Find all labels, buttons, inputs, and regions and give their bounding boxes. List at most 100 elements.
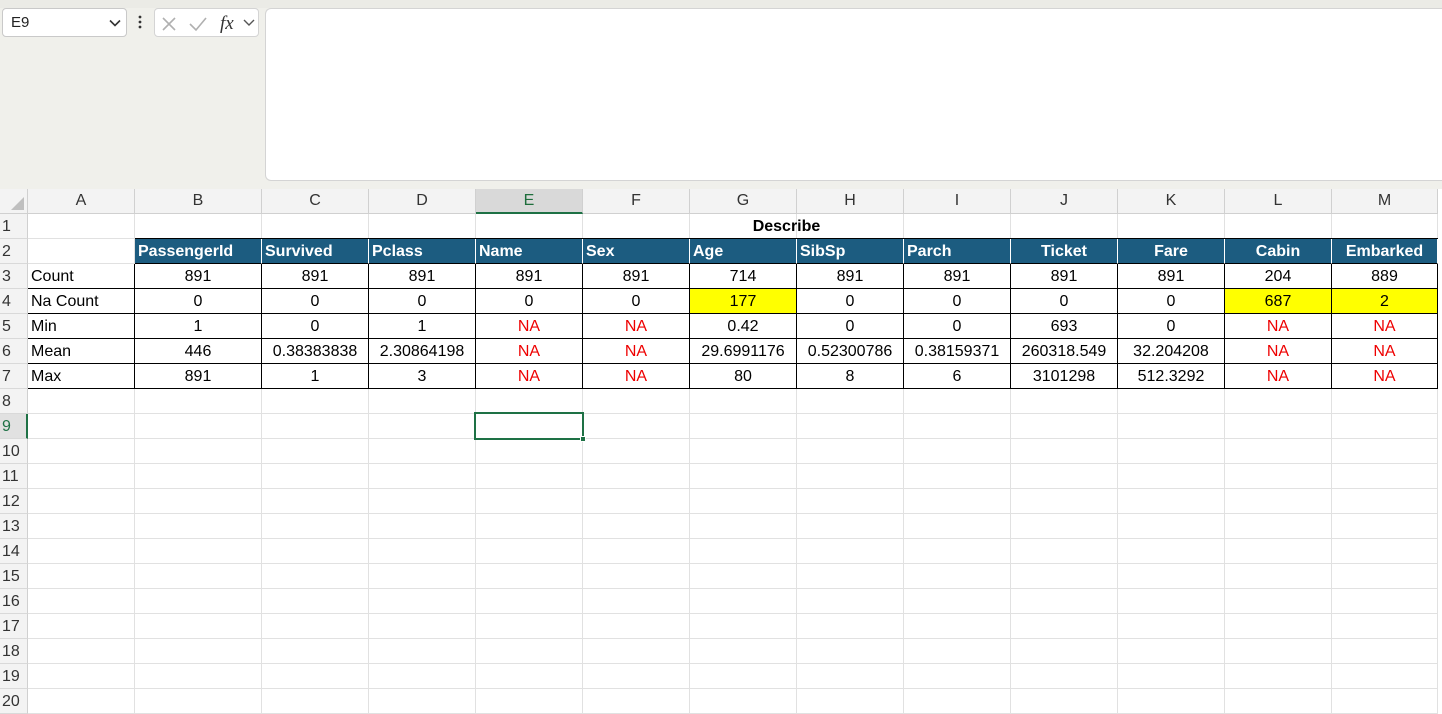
empty-cell[interactable] [135, 414, 262, 439]
empty-cell[interactable] [262, 614, 369, 639]
empty-cell[interactable] [797, 464, 904, 489]
stat-value-cell[interactable]: NA [583, 364, 690, 389]
empty-cell[interactable] [797, 614, 904, 639]
column-header-m[interactable]: M [1332, 189, 1438, 214]
column-header-i[interactable]: I [904, 189, 1011, 214]
row-header-14[interactable]: 14 [0, 539, 28, 564]
empty-cell[interactable] [1118, 439, 1225, 464]
empty-cell[interactable] [904, 689, 1011, 714]
empty-cell[interactable] [476, 514, 583, 539]
stat-value-cell[interactable]: 512.3292 [1118, 364, 1225, 389]
column-header-k[interactable]: K [1118, 189, 1225, 214]
row-header-18[interactable]: 18 [0, 639, 28, 664]
empty-cell[interactable] [1225, 439, 1332, 464]
empty-cell[interactable] [1225, 589, 1332, 614]
stat-value-cell[interactable]: 0 [1011, 289, 1118, 314]
row-header-7[interactable]: 7 [0, 364, 28, 389]
empty-cell[interactable] [583, 389, 690, 414]
stat-value-cell[interactable]: NA [476, 364, 583, 389]
stat-label-cell[interactable]: Max [28, 364, 135, 389]
empty-cell[interactable] [690, 539, 797, 564]
column-header-a[interactable]: A [28, 189, 135, 214]
header-cell-age[interactable]: Age [690, 239, 797, 264]
stat-value-cell[interactable]: 891 [135, 364, 262, 389]
empty-cell[interactable] [135, 589, 262, 614]
empty-cell[interactable] [476, 564, 583, 589]
empty-cell[interactable] [28, 414, 135, 439]
empty-cell[interactable] [476, 439, 583, 464]
empty-cell[interactable] [135, 464, 262, 489]
empty-cell[interactable] [1011, 514, 1118, 539]
empty-cell[interactable] [904, 539, 1011, 564]
empty-cell[interactable] [369, 589, 476, 614]
empty-cell[interactable] [369, 439, 476, 464]
formula-input[interactable] [265, 8, 1442, 181]
row-header-8[interactable]: 8 [0, 389, 28, 414]
stat-value-cell[interactable]: 891 [262, 264, 369, 289]
empty-cell[interactable] [369, 464, 476, 489]
empty-cell[interactable] [797, 639, 904, 664]
stat-value-cell[interactable]: 891 [583, 264, 690, 289]
empty-cell[interactable] [1225, 414, 1332, 439]
stat-value-cell[interactable]: 889 [1332, 264, 1438, 289]
row-header-2[interactable]: 2 [0, 239, 28, 264]
stat-value-cell[interactable]: 8 [797, 364, 904, 389]
row-header-19[interactable]: 19 [0, 664, 28, 689]
stat-value-cell[interactable]: 1 [262, 364, 369, 389]
cancel-icon[interactable] [160, 15, 178, 33]
empty-cell[interactable] [1118, 589, 1225, 614]
header-cell-fare[interactable]: Fare [1118, 239, 1225, 264]
empty-cell[interactable] [135, 489, 262, 514]
empty-cell[interactable] [904, 639, 1011, 664]
empty-cell[interactable] [476, 539, 583, 564]
stat-label-cell[interactable]: Na Count [28, 289, 135, 314]
empty-cell[interactable] [690, 414, 797, 439]
empty-cell[interactable] [476, 639, 583, 664]
empty-cell[interactable] [1332, 514, 1438, 539]
stat-value-cell[interactable]: 1 [369, 314, 476, 339]
more-options-icon[interactable] [137, 13, 143, 31]
empty-cell[interactable] [369, 639, 476, 664]
empty-cell[interactable] [797, 664, 904, 689]
stat-value-cell[interactable]: NA [1332, 364, 1438, 389]
stat-value-cell[interactable]: 687 [1225, 289, 1332, 314]
stat-value-cell[interactable]: 2 [1332, 289, 1438, 314]
row-header-4[interactable]: 4 [0, 289, 28, 314]
empty-cell[interactable] [1332, 589, 1438, 614]
empty-cell[interactable] [904, 389, 1011, 414]
empty-cell[interactable] [690, 639, 797, 664]
empty-cell[interactable] [690, 664, 797, 689]
empty-cell[interactable] [797, 589, 904, 614]
header-cell-cabin[interactable]: Cabin [1225, 239, 1332, 264]
expand-chevron-icon[interactable] [243, 18, 255, 28]
header-cell-parch[interactable]: Parch [904, 239, 1011, 264]
empty-cell[interactable] [583, 639, 690, 664]
empty-cell[interactable] [1332, 689, 1438, 714]
empty-cell[interactable] [1011, 589, 1118, 614]
empty-cell[interactable] [1332, 389, 1438, 414]
name-box-value[interactable]: E9 [11, 14, 29, 31]
empty-cell[interactable] [797, 689, 904, 714]
column-header-b[interactable]: B [135, 189, 262, 214]
empty-cell[interactable] [904, 664, 1011, 689]
empty-cell[interactable] [1011, 489, 1118, 514]
empty-cell[interactable] [476, 489, 583, 514]
empty-cell[interactable] [904, 614, 1011, 639]
empty-cell[interactable] [583, 464, 690, 489]
empty-cell[interactable] [28, 439, 135, 464]
empty-cell[interactable] [1118, 414, 1225, 439]
empty-cell[interactable] [1118, 464, 1225, 489]
enter-check-icon[interactable] [188, 15, 208, 33]
empty-cell[interactable] [262, 414, 369, 439]
empty-cell[interactable] [1332, 639, 1438, 664]
empty-cell[interactable] [690, 589, 797, 614]
stat-value-cell[interactable]: 0 [797, 289, 904, 314]
empty-cell[interactable] [1118, 639, 1225, 664]
stat-value-cell[interactable]: NA [1225, 314, 1332, 339]
row-header-3[interactable]: 3 [0, 264, 28, 289]
header-cell-ticket[interactable]: Ticket [1011, 239, 1118, 264]
stat-value-cell[interactable]: 260318.549 [1011, 339, 1118, 364]
empty-cell[interactable] [262, 539, 369, 564]
empty-cell[interactable] [583, 489, 690, 514]
empty-cell[interactable] [1225, 539, 1332, 564]
